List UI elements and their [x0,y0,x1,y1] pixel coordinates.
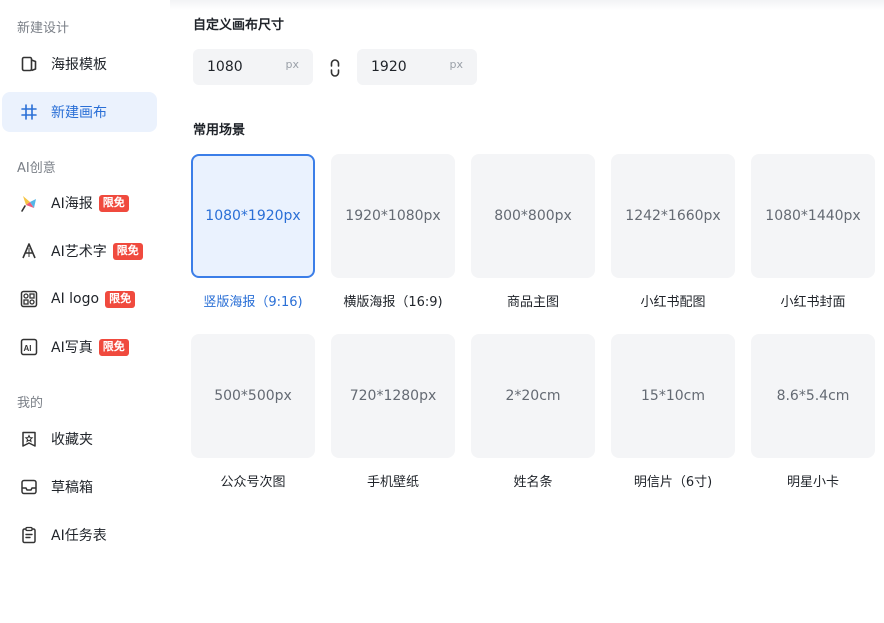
scenes-title: 常用场景 [193,123,246,138]
sidebar-item-label: 海报模板 [51,57,107,73]
scene-size: 1920*1080px [345,208,441,224]
sidebar-item-new-canvas[interactable]: 新建画布 [2,92,157,132]
scene-card-product-main[interactable]: 800*800px [471,154,595,278]
sidebar-item-label: AI海报 [51,196,93,212]
free-badge: 限免 [98,194,129,212]
scene-label[interactable]: 小红书封面 [751,291,875,310]
sidebar-item-ai-logo[interactable]: AI logo 限免 [2,279,157,319]
custom-size-title: 自定义画布尺寸 [193,18,285,33]
section-title-ai-creative: AI创意 [17,161,56,176]
height-value: 1920 [371,59,407,75]
sidebar-item-ai-task-list[interactable]: AI任务表 [2,515,157,555]
scene-label[interactable]: 手机壁纸 [331,471,455,490]
height-unit: px [449,57,464,71]
sidebar: 新建设计 海报模板 新建画布 AI创意 AI海报 限免 AI艺术字 限免 AI … [0,0,170,623]
width-input[interactable]: 1080 px [193,49,313,85]
scene-card-xhs-image[interactable]: 1242*1660px [611,154,735,278]
free-badge: 限免 [98,338,129,356]
sidebar-item-ai-art-font[interactable]: AI艺术字 限免 [2,231,157,271]
width-value: 1080 [207,59,243,75]
scene-size: 1242*1660px [625,208,721,224]
scene-card-horizontal-poster[interactable]: 1920*1080px [331,154,455,278]
main-content: 自定义画布尺寸 1080 px 1920 px 常用场景 1080*1920px… [170,0,884,623]
scene-size: 800*800px [494,208,572,224]
sidebar-item-label: 新建画布 [51,105,107,121]
sidebar-item-label: AI艺术字 [51,244,107,260]
ai-font-icon [19,241,39,261]
free-badge: 限免 [105,290,136,308]
scene-card-name-strip[interactable]: 2*20cm [471,334,595,458]
sidebar-item-favorites[interactable]: 收藏夹 [2,419,157,459]
scene-label[interactable]: 明信片（6寸) [611,471,735,490]
sidebar-item-drafts[interactable]: 草稿箱 [2,467,157,507]
scene-label[interactable]: 明星小卡 [751,471,875,490]
canvas-grid-icon [19,102,39,122]
scene-label[interactable]: 公众号次图 [191,471,315,490]
top-shadow [170,0,884,10]
ai-portrait-icon: AI [19,337,39,357]
section-title-mine: 我的 [17,396,44,411]
height-input[interactable]: 1920 px [357,49,477,85]
sidebar-item-poster-template[interactable]: 海报模板 [2,44,157,84]
sidebar-item-label: AI logo [51,291,100,307]
sidebar-item-label: 收藏夹 [51,432,93,448]
sidebar-item-label: AI写真 [51,340,93,356]
scene-label[interactable]: 竖版海报（9:16) [191,291,315,310]
scene-size: 8.6*5.4cm [776,388,850,404]
sidebar-item-ai-poster[interactable]: AI海报 限免 [2,183,157,223]
scene-card-wechat-secondary[interactable]: 500*500px [191,334,315,458]
scene-size: 1080*1920px [205,208,301,224]
scene-size: 720*1280px [349,388,437,404]
scene-label[interactable]: 横版海报（16:9) [331,291,455,310]
width-unit: px [285,57,300,71]
scene-label[interactable]: 姓名条 [471,471,595,490]
scene-card-star-card[interactable]: 8.6*5.4cm [751,334,875,458]
scene-size: 1080*1440px [765,208,861,224]
favorite-icon [19,429,39,449]
sidebar-item-label: 草稿箱 [51,480,93,496]
aspect-lock-icon[interactable] [328,58,342,78]
scene-label[interactable]: 小红书配图 [611,291,735,310]
scene-size: 2*20cm [505,388,561,404]
free-badge: 限免 [112,242,143,260]
scene-size: 500*500px [214,388,292,404]
scene-card-phone-wallpaper[interactable]: 720*1280px [331,334,455,458]
sidebar-item-ai-portrait[interactable]: AI AI写真 限免 [2,327,157,367]
scene-card-postcard[interactable]: 15*10cm [611,334,735,458]
ai-poster-icon [19,193,39,213]
scene-card-vertical-poster[interactable]: 1080*1920px [191,154,315,278]
ai-logo-icon [19,289,39,309]
section-title-new-design: 新建设计 [17,21,70,36]
template-icon [19,54,39,74]
scene-label[interactable]: 商品主图 [471,291,595,310]
draft-box-icon [19,477,39,497]
task-list-icon [19,525,39,545]
svg-text:AI: AI [24,344,32,353]
scene-card-xhs-cover[interactable]: 1080*1440px [751,154,875,278]
sidebar-item-label: AI任务表 [51,528,107,544]
scene-size: 15*10cm [641,388,705,404]
